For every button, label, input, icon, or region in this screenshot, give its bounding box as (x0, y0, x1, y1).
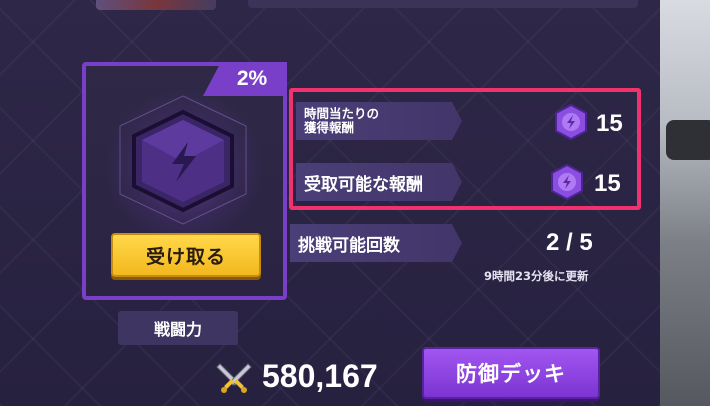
hourly-reward-label-line2: 獲得報酬 (304, 120, 355, 135)
combat-power-value: 580,167 (262, 358, 378, 394)
hourly-reward-label: 時間当たりの 獲得報酬 (296, 102, 462, 140)
reward-card: 2% 受け取る (82, 62, 287, 300)
top-banner-fragment (96, 0, 216, 10)
defense-deck-button[interactable]: 防御デッキ (422, 347, 600, 399)
crossed-swords-icon (216, 363, 252, 393)
claimable-reward-label: 受取可能な報酬 (296, 163, 462, 201)
refresh-timer: 9時間23分後に更新 (484, 269, 589, 283)
purple-token-icon (555, 104, 587, 140)
hourly-reward-value: 15 (596, 110, 623, 137)
challenge-count-label: 挑戦可能回数 (290, 224, 462, 262)
top-panel-fragment (248, 0, 638, 8)
hourly-reward-label-line1: 時間当たりの (304, 106, 380, 121)
claim-button[interactable]: 受け取る (111, 233, 261, 277)
background-scenery (660, 0, 710, 406)
combat-power-label: 戦闘力 (118, 311, 238, 345)
purple-token-icon (551, 164, 583, 200)
challenge-count-value: 2 / 5 (546, 229, 593, 256)
claimable-reward-value: 15 (594, 170, 621, 197)
shield-gem-icon (119, 95, 247, 225)
